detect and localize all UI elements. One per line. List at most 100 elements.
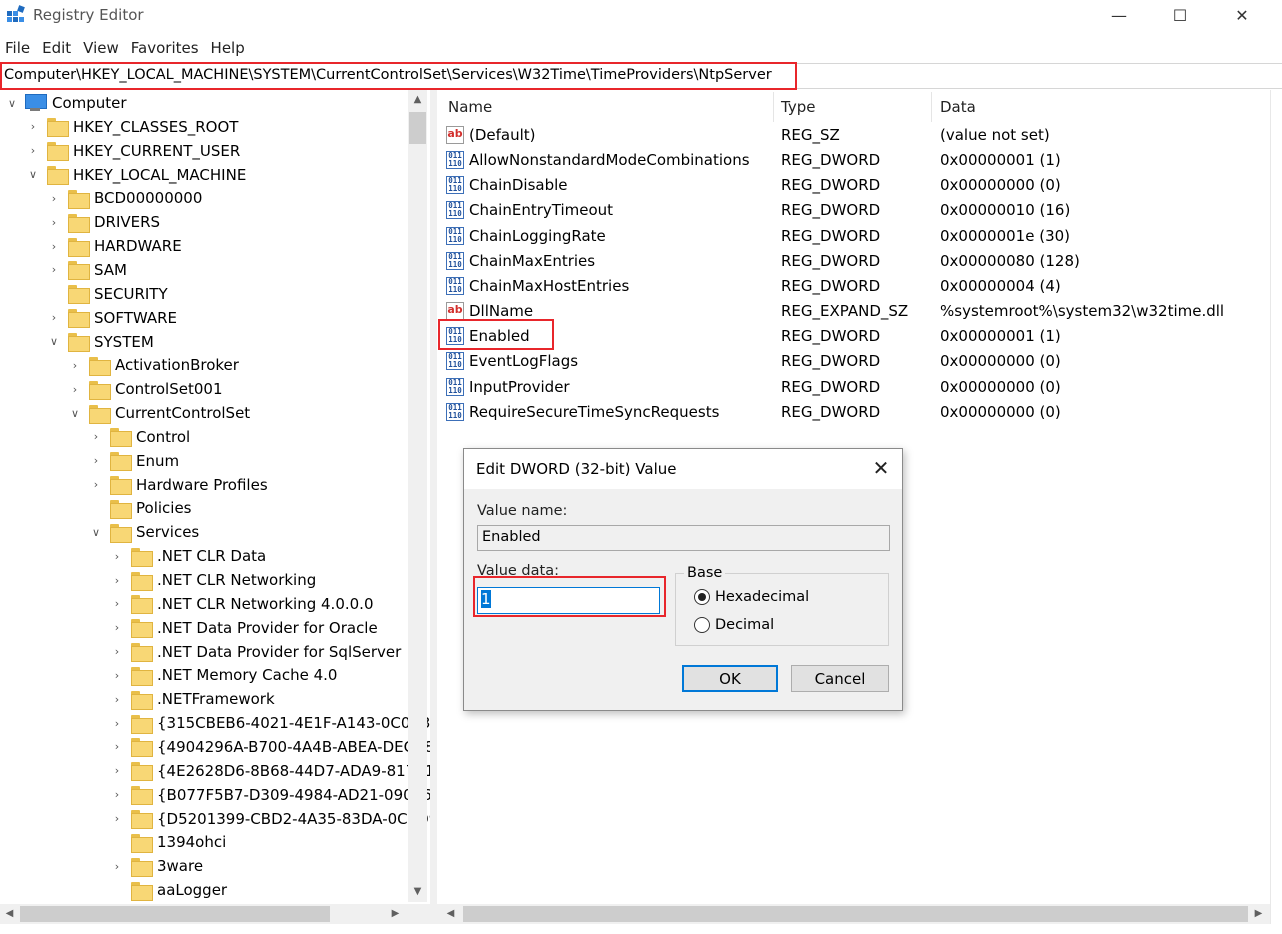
tree-node-label[interactable]: Hardware Profiles: [136, 476, 268, 494]
tree-node[interactable]: ∨ Services: [90, 520, 199, 544]
tree-node-label[interactable]: CurrentControlSet: [115, 404, 250, 422]
tree-node-label[interactable]: SECURITY: [94, 285, 168, 303]
scroll-down-icon[interactable]: ▼: [408, 882, 427, 901]
decimal-radio[interactable]: Decimal: [694, 617, 774, 633]
collapse-chevron-icon[interactable]: ›: [48, 192, 60, 205]
minimize-button[interactable]: —: [1096, 0, 1142, 30]
scroll-right-icon[interactable]: ▶: [1249, 904, 1268, 923]
expand-chevron-icon[interactable]: ∨: [27, 168, 39, 181]
tree-node-label[interactable]: DRIVERS: [94, 213, 160, 231]
tree-node[interactable]: › SOFTWARE: [48, 306, 177, 330]
collapse-chevron-icon[interactable]: ›: [27, 144, 39, 157]
collapse-chevron-icon[interactable]: ›: [48, 240, 60, 253]
tree-node-label[interactable]: ActivationBroker: [115, 356, 239, 374]
list-hscroll-thumb[interactable]: [463, 906, 1248, 922]
menu-edit[interactable]: Edit: [37, 36, 78, 60]
tree-scroll-thumb[interactable]: [409, 112, 426, 144]
collapse-chevron-icon[interactable]: ›: [111, 645, 123, 658]
menu-favorites[interactable]: Favorites: [126, 36, 206, 60]
collapse-chevron-icon[interactable]: ›: [90, 430, 102, 443]
collapse-chevron-icon[interactable]: ›: [111, 597, 123, 610]
scroll-left-icon[interactable]: ◀: [441, 904, 460, 923]
cancel-button[interactable]: Cancel: [791, 665, 889, 692]
tree-node-label[interactable]: {B077F5B7-D309-4984-AD21-09016D: [157, 786, 430, 804]
tree-node-label[interactable]: BCD00000000: [94, 189, 202, 207]
tree-node[interactable]: › {4904296A-B700-4A4B-ABEA-DECA8: [111, 735, 430, 759]
pane-splitter[interactable]: [430, 90, 437, 924]
tree-node[interactable]: › BCD00000000: [48, 186, 202, 210]
tree-node[interactable]: › .NET CLR Networking: [111, 568, 316, 592]
value-row[interactable]: 011 110 ChainMaxEntries REG_DWORD 0x0000008…: [437, 249, 1282, 274]
value-row[interactable]: 011 110 InputProvider REG_DWORD 0x00000000 …: [437, 375, 1282, 400]
column-divider[interactable]: [773, 92, 774, 122]
value-row[interactable]: 011 110 ChainLoggingRate REG_DWORD 0x000000…: [437, 224, 1282, 249]
tree-node-label[interactable]: 1394ohci: [157, 833, 226, 851]
radio-selected-icon[interactable]: [694, 589, 710, 605]
expand-chevron-icon[interactable]: ∨: [69, 407, 81, 420]
tree-node[interactable]: ∨ HKEY_LOCAL_MACHINE: [27, 163, 246, 187]
tree-node-label[interactable]: HKEY_LOCAL_MACHINE: [73, 166, 246, 184]
tree-node[interactable]: › {315CBEB6-4021-4E1F-A143-0C0C3D: [111, 711, 430, 735]
tree-node[interactable]: › Enum: [90, 449, 179, 473]
collapse-chevron-icon[interactable]: ›: [69, 359, 81, 372]
tree-node[interactable]: › ActivationBroker: [69, 353, 239, 377]
column-divider[interactable]: [931, 92, 932, 122]
column-type-header[interactable]: Type: [781, 98, 815, 116]
tree-node[interactable]: › .NET Data Provider for Oracle: [111, 616, 378, 640]
collapse-chevron-icon[interactable]: ›: [111, 740, 123, 753]
tree-node-label[interactable]: HKEY_CURRENT_USER: [73, 142, 240, 160]
collapse-chevron-icon[interactable]: ›: [27, 120, 39, 133]
tree-node[interactable]: Policies: [90, 496, 191, 520]
tree-node-label[interactable]: 3ware: [157, 857, 203, 875]
tree-hscroll-thumb[interactable]: [20, 906, 330, 922]
tree-node-label[interactable]: aaLogger: [157, 881, 227, 899]
tree-node-label[interactable]: .NETFramework: [157, 690, 275, 708]
tree-node[interactable]: › Hardware Profiles: [90, 473, 268, 497]
tree-node[interactable]: › ControlSet001: [69, 377, 222, 401]
collapse-chevron-icon[interactable]: ›: [90, 454, 102, 467]
tree-node[interactable]: ∨ SYSTEM: [48, 330, 154, 354]
collapse-chevron-icon[interactable]: ›: [111, 550, 123, 563]
value-row[interactable]: 011 110 RequireSecureTimeSyncRequests REG_…: [437, 400, 1282, 425]
dialog-close-icon[interactable]: ✕: [868, 455, 894, 481]
ok-button[interactable]: OK: [682, 665, 778, 692]
tree-node-label[interactable]: Control: [136, 428, 190, 446]
collapse-chevron-icon[interactable]: ›: [111, 788, 123, 801]
tree-horizontal-scrollbar[interactable]: ◀ ▶: [0, 904, 430, 924]
decimal-label[interactable]: Decimal: [715, 617, 774, 633]
tree-node[interactable]: › HKEY_CLASSES_ROOT: [27, 115, 238, 139]
tree-node[interactable]: › 3ware: [111, 854, 203, 878]
collapse-chevron-icon[interactable]: ›: [48, 263, 60, 276]
tree-node-label[interactable]: {4904296A-B700-4A4B-ABEA-DECA8: [157, 738, 430, 756]
tree-node[interactable]: › .NET CLR Data: [111, 544, 266, 568]
tree-node[interactable]: › {4E2628D6-8B68-44D7-ADA9-817815: [111, 759, 430, 783]
collapse-chevron-icon[interactable]: ›: [111, 574, 123, 587]
tree-node[interactable]: › Control: [90, 425, 190, 449]
menu-file[interactable]: File: [0, 36, 37, 60]
collapse-chevron-icon[interactable]: ›: [111, 693, 123, 706]
tree-node-label[interactable]: {315CBEB6-4021-4E1F-A143-0C0C3D: [157, 714, 430, 732]
tree-node-label[interactable]: Enum: [136, 452, 179, 470]
expand-chevron-icon[interactable]: ∨: [90, 526, 102, 539]
tree-node[interactable]: 1394ohci: [111, 830, 226, 854]
tree-node-label[interactable]: ControlSet001: [115, 380, 222, 398]
value-row[interactable]: 011 110 ChainEntryTimeout REG_DWORD 0x00000…: [437, 198, 1282, 223]
tree-node-label[interactable]: .NET CLR Networking 4.0.0.0: [157, 595, 374, 613]
list-horizontal-scrollbar[interactable]: ◀ ▶: [437, 904, 1270, 924]
tree-node[interactable]: › DRIVERS: [48, 210, 160, 234]
tree-node[interactable]: › HARDWARE: [48, 234, 182, 258]
tree-node-label[interactable]: .NET Data Provider for Oracle: [157, 619, 378, 637]
collapse-chevron-icon[interactable]: ›: [48, 216, 60, 229]
collapse-chevron-icon[interactable]: ›: [111, 812, 123, 825]
collapse-chevron-icon[interactable]: ›: [111, 860, 123, 873]
tree-node-label[interactable]: Policies: [136, 499, 191, 517]
value-row[interactable]: 011 110 ChainDisable REG_DWORD 0x00000000 (…: [437, 173, 1282, 198]
collapse-chevron-icon[interactable]: ›: [48, 311, 60, 324]
tree-node-label[interactable]: .NET Memory Cache 4.0: [157, 666, 337, 684]
tree-node[interactable]: › .NET Memory Cache 4.0: [111, 663, 337, 687]
close-window-button[interactable]: ✕: [1219, 0, 1265, 30]
column-name-header[interactable]: Name: [448, 98, 492, 116]
menu-help[interactable]: Help: [206, 36, 252, 60]
value-row[interactable]: 011 110 EventLogFlags REG_DWORD 0x00000000 …: [437, 349, 1282, 374]
tree-node-label[interactable]: {D5201399-CBD2-4A35-83DA-0C8D9: [157, 810, 430, 828]
